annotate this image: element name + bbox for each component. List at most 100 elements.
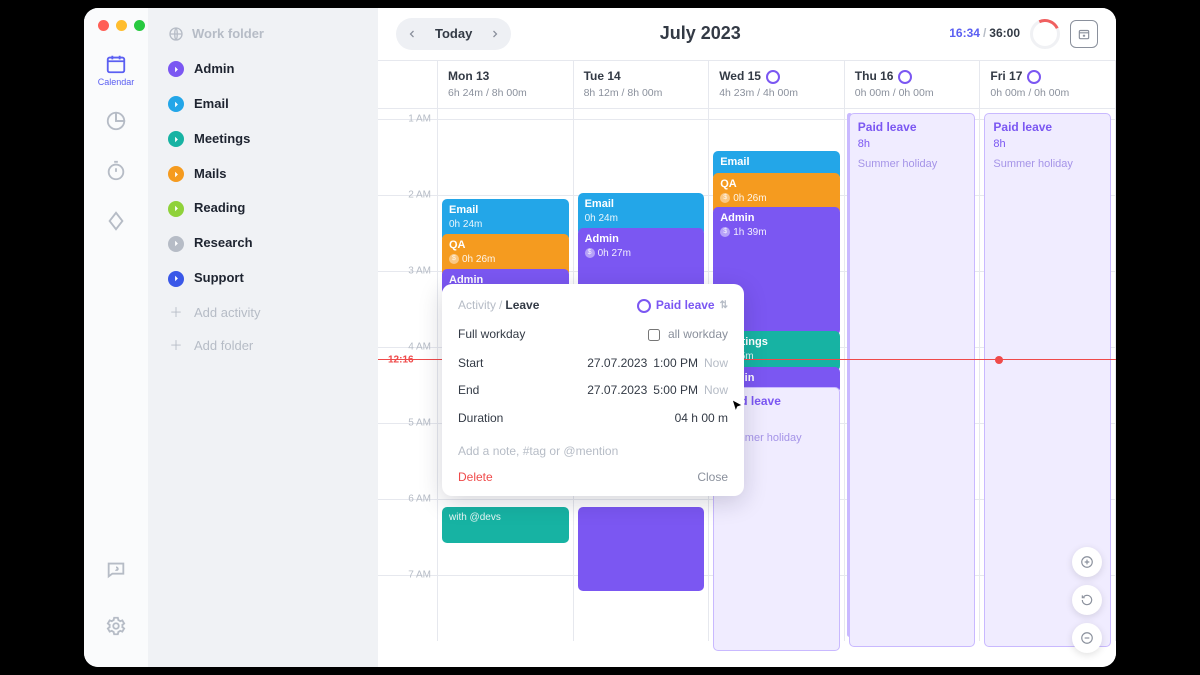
minus-icon [1080, 631, 1094, 645]
sidebar-item-reading[interactable]: Reading [158, 192, 368, 225]
window-controls [98, 20, 145, 31]
hour-label: 3 AM [408, 265, 431, 278]
folder-header[interactable]: Work folder [158, 18, 368, 51]
app-window: Calendar Work folder AdminEmailMeetingsM… [84, 8, 1116, 667]
hour-label: 7 AM [408, 569, 431, 582]
zoom-in-button[interactable] [1072, 547, 1102, 577]
day-header[interactable]: Tue 148h 12m / 8h 00m [574, 61, 710, 108]
end-label: End [458, 383, 479, 399]
calendar-event[interactable] [578, 507, 705, 591]
plus-icon: ＋ [168, 305, 184, 322]
leave-indicator-icon [898, 70, 912, 84]
end-date[interactable]: 27.07.2023 [587, 383, 647, 399]
sidebar: Work folder Admin Email MeetingsMailsReadi… [148, 8, 378, 667]
chevron-right-icon [168, 271, 184, 287]
day-hours-label: 6h 24m / 8h 00m [448, 87, 563, 101]
leave-type-label: Paid leave [656, 298, 715, 314]
rail-shapes[interactable] [93, 198, 139, 244]
end-now-button[interactable]: Now [704, 383, 728, 399]
day-header[interactable]: Mon 13 6h 24m / 8h 00m [438, 61, 574, 108]
chevron-right-icon [489, 28, 501, 40]
reset-icon [1080, 593, 1094, 607]
chevron-right-icon [168, 201, 184, 217]
start-date[interactable]: 27.07.2023 [587, 356, 647, 372]
event-duration: with @devs [449, 511, 501, 524]
sidebar-item-meetings[interactable]: Meetings [158, 123, 368, 156]
rail-settings[interactable] [93, 603, 139, 649]
close-window-icon[interactable] [98, 20, 109, 31]
day-header[interactable]: Wed 154h 23m / 4h 00m [709, 61, 845, 108]
sidebar-item-label: Email [194, 96, 229, 113]
event-duration: 0h 27m [598, 247, 631, 260]
rail-calendar[interactable]: Calendar [93, 48, 139, 94]
calendar-grid[interactable]: 12:16 1 AM2 AM3 AM4 AM5 AM6 AM7 AM Email… [378, 109, 1116, 667]
topbar: Today July 2023 16:34/36:00 [378, 8, 1116, 60]
maximize-window-icon[interactable] [134, 20, 145, 31]
leave-title: Paid leave [993, 120, 1102, 136]
rail-help[interactable] [93, 547, 139, 593]
start-time[interactable]: 1:00 PM [653, 356, 698, 372]
day-name-label: Mon 13 [448, 69, 489, 85]
day-header[interactable]: Fri 170h 00m / 0h 00m [980, 61, 1116, 108]
day-name-label: Wed 15 [719, 69, 761, 85]
main-panel: Today July 2023 16:34/36:00 Mon 13 6h 24m… [378, 8, 1116, 667]
event-name: Admin [720, 211, 833, 225]
day-hours-label: 0h 00m / 0h 00m [855, 87, 970, 101]
hour-label: 5 AM [408, 417, 431, 430]
sidebar-item-admin[interactable]: Admin [158, 53, 368, 86]
day-column-thu[interactable]: Paid leave8hSummer holiday [845, 109, 981, 641]
duration-value[interactable]: 04 h 00 m [675, 411, 728, 427]
prev-week-button[interactable] [399, 21, 425, 47]
rail-timer[interactable] [93, 148, 139, 194]
close-button[interactable]: Close [697, 470, 728, 486]
add-activity-label: Add activity [194, 305, 260, 322]
event-name: Admin [585, 232, 698, 246]
plus-icon [1080, 555, 1094, 569]
sidebar-item-support[interactable]: Support [158, 262, 368, 295]
event-duration: 0h 24m [449, 218, 482, 231]
nav-rail: Calendar [84, 8, 148, 667]
folder-name: Work folder [192, 26, 264, 43]
sidebar-item-label: Admin [194, 61, 234, 78]
leave-note: Summer holiday [993, 157, 1102, 171]
leave-type-select[interactable]: Paid leave ⇅ [637, 298, 728, 314]
today-button[interactable]: Today [425, 26, 482, 43]
chevron-left-icon [406, 28, 418, 40]
minimize-window-icon[interactable] [116, 20, 127, 31]
next-week-button[interactable] [482, 21, 508, 47]
month-title: July 2023 [525, 22, 875, 45]
rail-reports[interactable] [93, 98, 139, 144]
event-duration: 0h 26m [733, 192, 766, 205]
day-name-label: Tue 14 [584, 69, 621, 85]
open-mini-calendar-button[interactable] [1070, 20, 1098, 48]
end-time[interactable]: 5:00 PM [653, 383, 698, 399]
add-folder[interactable]: ＋ Add folder [158, 330, 368, 363]
sidebar-item-research[interactable]: Research [158, 227, 368, 260]
add-activity[interactable]: ＋ Add activity [158, 297, 368, 330]
leave-edit-popover: Activity/Leave Paid leave ⇅ Full workday… [442, 284, 744, 496]
calendar-event[interactable]: Admin$0h 27m [578, 228, 705, 291]
globe-icon [168, 26, 184, 42]
leave-block[interactable]: Paid leave8hSummer holiday [849, 113, 976, 647]
chevron-up-down-icon: ⇅ [720, 301, 728, 311]
all-workday-checkbox[interactable]: all workday [644, 326, 728, 344]
cost-icon: $ [720, 227, 730, 237]
delete-button[interactable]: Delete [458, 470, 493, 486]
sidebar-item-email[interactable]: Email [158, 88, 368, 121]
zoom-reset-button[interactable] [1072, 585, 1102, 615]
day-header[interactable]: Thu 160h 00m / 0h 00m [845, 61, 981, 108]
leave-duration: 8h [858, 137, 967, 151]
diamond-icon [105, 210, 127, 232]
rail-calendar-label: Calendar [98, 77, 135, 89]
note-input[interactable] [458, 438, 728, 464]
calendar-add-icon [1077, 27, 1091, 41]
start-label: Start [458, 356, 483, 372]
start-now-button[interactable]: Now [704, 356, 728, 372]
calendar-event[interactable]: with @devs [442, 507, 569, 543]
tab-activity[interactable]: Activity [458, 298, 496, 312]
tab-leave[interactable]: Leave [505, 298, 539, 312]
event-name: QA [449, 238, 562, 252]
sidebar-item-mails[interactable]: Mails [158, 158, 368, 191]
hour-label: 4 AM [408, 341, 431, 354]
zoom-out-button[interactable] [1072, 623, 1102, 653]
